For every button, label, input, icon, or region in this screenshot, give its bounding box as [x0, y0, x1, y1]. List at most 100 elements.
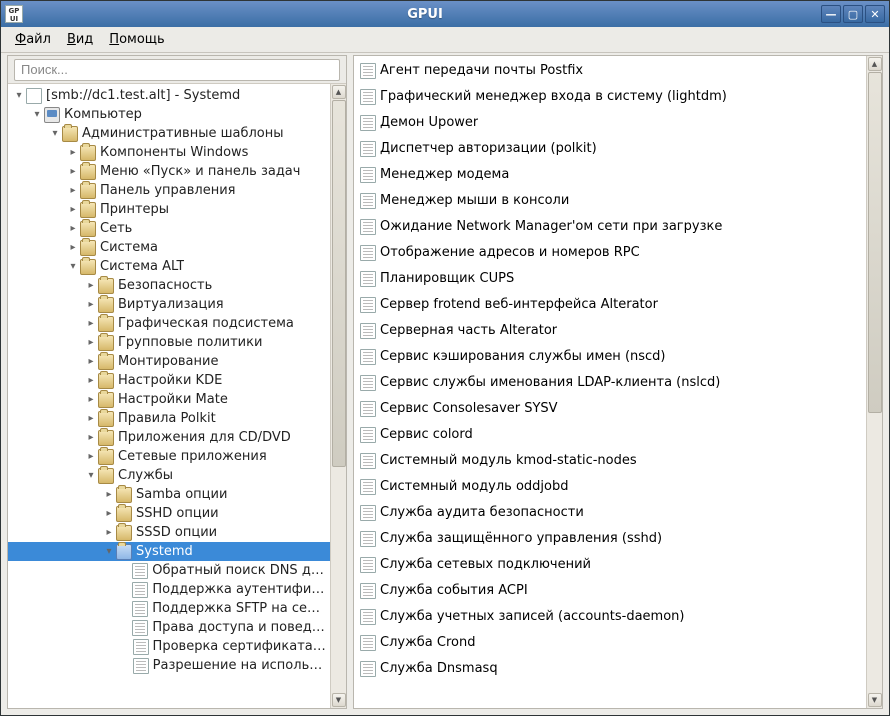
tree-services[interactable]: ▾ Службы	[8, 466, 330, 485]
tree-item[interactable]: ▸Сеть	[8, 219, 330, 238]
list-item[interactable]: Диспетчер авторизации (polkit)	[354, 136, 866, 162]
tree-system-alt[interactable]: ▾ Система ALT	[8, 257, 330, 276]
list-item[interactable]: Сервер frotend веб-интерфейса Alterator	[354, 292, 866, 318]
twisty-icon[interactable]: ▾	[12, 90, 26, 101]
list-item-label: Системный модуль oddjobd	[380, 479, 568, 494]
tree-item[interactable]: ▸Панель управления	[8, 181, 330, 200]
search-input[interactable]	[14, 59, 340, 81]
tree-item[interactable]: ▸Настройки Mate	[8, 390, 330, 409]
list-item[interactable]: Серверная часть Alterator	[354, 318, 866, 344]
twisty-icon[interactable]: ▾	[84, 470, 98, 481]
tree-systemd[interactable]: ▾ Systemd	[8, 542, 330, 561]
list-item[interactable]: Служба учетных записей (accounts-daemon)	[354, 604, 866, 630]
tree-item[interactable]: Поддержка аутентификац...	[8, 580, 330, 599]
tree-item[interactable]: ▸SSSD опции	[8, 523, 330, 542]
twisty-icon[interactable]: ▸	[84, 318, 98, 329]
twisty-icon[interactable]: ▸	[84, 337, 98, 348]
tree-item[interactable]: Разрешение на использов...	[8, 656, 330, 675]
tree-item[interactable]: ▸Сетевые приложения	[8, 447, 330, 466]
twisty-icon[interactable]: ▾	[66, 261, 80, 272]
twisty-icon[interactable]: ▾	[48, 128, 62, 139]
twisty-icon[interactable]: ▸	[66, 166, 80, 177]
folder-icon	[98, 449, 114, 465]
twisty-icon[interactable]: ▸	[84, 451, 98, 462]
list-item[interactable]: Сервис службы именования LDAP-клиента (n…	[354, 370, 866, 396]
scroll-up-button[interactable]: ▲	[868, 57, 882, 71]
folder-icon	[98, 297, 114, 313]
twisty-icon[interactable]: ▸	[84, 299, 98, 310]
tree-computer[interactable]: ▾ Компьютер	[8, 105, 330, 124]
twisty-icon[interactable]: ▸	[66, 147, 80, 158]
tree-item[interactable]: ▸Меню «Пуск» и панель задач	[8, 162, 330, 181]
list-item[interactable]: Агент передачи почты Postfix	[354, 58, 866, 84]
list-item[interactable]: Менеджер мыши в консоли	[354, 188, 866, 214]
list-item[interactable]: Сервис colord	[354, 422, 866, 448]
tree-item[interactable]: ▸Безопасность	[8, 276, 330, 295]
list-scrollbar[interactable]: ▲ ▼	[866, 56, 882, 708]
tree-scrollbar[interactable]: ▲ ▼	[330, 84, 346, 708]
minimize-button[interactable]: —	[821, 5, 841, 23]
tree-item[interactable]: ▸Компоненты Windows	[8, 143, 330, 162]
list-item[interactable]: Служба события ACPI	[354, 578, 866, 604]
tree-item[interactable]: ▸Правила Polkit	[8, 409, 330, 428]
tree-item[interactable]: ▸Виртуализация	[8, 295, 330, 314]
scroll-up-button[interactable]: ▲	[332, 85, 346, 99]
list-item[interactable]: Сервис Consolesaver SYSV	[354, 396, 866, 422]
list-item[interactable]: Ожидание Network Manager'ом сети при заг…	[354, 214, 866, 240]
list-item[interactable]: Служба Dnsmasq	[354, 656, 866, 682]
twisty-icon[interactable]: ▸	[84, 356, 98, 367]
list-item[interactable]: Демон Upower	[354, 110, 866, 136]
list-item[interactable]: Системный модуль oddjobd	[354, 474, 866, 500]
twisty-icon[interactable]: ▸	[84, 413, 98, 424]
list-item[interactable]: Системный модуль kmod-static-nodes	[354, 448, 866, 474]
twisty-icon[interactable]: ▸	[102, 508, 116, 519]
scroll-down-button[interactable]: ▼	[332, 693, 346, 707]
list-item[interactable]: Служба сетевых подключений	[354, 552, 866, 578]
twisty-icon[interactable]: ▸	[84, 394, 98, 405]
list-item[interactable]: Служба Crond	[354, 630, 866, 656]
tree-item[interactable]: ▸Графическая подсистема	[8, 314, 330, 333]
tree-item[interactable]: Обратный поиск DNS для з...	[8, 561, 330, 580]
twisty-icon[interactable]: ▸	[66, 185, 80, 196]
tree-item[interactable]: ▸Система	[8, 238, 330, 257]
list-item[interactable]: Отображение адресов и номеров RPC	[354, 240, 866, 266]
tree-item[interactable]: ▸Настройки KDE	[8, 371, 330, 390]
tree-admin-templates[interactable]: ▾ Административные шаблоны	[8, 124, 330, 143]
close-button[interactable]: ✕	[865, 5, 885, 23]
twisty-icon[interactable]: ▾	[102, 546, 116, 557]
twisty-icon[interactable]: ▸	[102, 527, 116, 538]
list-item[interactable]: Планировщик CUPS	[354, 266, 866, 292]
tree-item[interactable]: ▸Приложения для CD/DVD	[8, 428, 330, 447]
titlebar[interactable]: GP UI GPUI — ▢ ✕	[1, 1, 889, 27]
twisty-icon[interactable]: ▸	[66, 223, 80, 234]
menu-help[interactable]: Помощь	[103, 29, 170, 50]
twisty-icon[interactable]: ▸	[84, 375, 98, 386]
list-item[interactable]: Графический менеджер входа в систему (li…	[354, 84, 866, 110]
twisty-icon[interactable]: ▸	[66, 204, 80, 215]
tree-item[interactable]: ▸Samba опции	[8, 485, 330, 504]
list-item[interactable]: Служба защищённого управления (sshd)	[354, 526, 866, 552]
twisty-icon[interactable]: ▸	[66, 242, 80, 253]
maximize-button[interactable]: ▢	[843, 5, 863, 23]
list-item[interactable]: Менеджер модема	[354, 162, 866, 188]
tree-item-label: Службы	[118, 468, 173, 483]
tree-item[interactable]: Проверка сертификата пр...	[8, 637, 330, 656]
menu-view[interactable]: Вид	[61, 29, 99, 50]
twisty-icon[interactable]: ▸	[102, 489, 116, 500]
tree-root[interactable]: ▾ [smb://dc1.test.alt] - Systemd	[8, 86, 330, 105]
list-item[interactable]: Сервис кэширования службы имен (nscd)	[354, 344, 866, 370]
list-item[interactable]: Служба аудита безопасности	[354, 500, 866, 526]
tree-item[interactable]: ▸Групповые политики	[8, 333, 330, 352]
tree-item[interactable]: ▸Принтеры	[8, 200, 330, 219]
tree-item[interactable]: Поддержка SFTP на сервер...	[8, 599, 330, 618]
twisty-icon[interactable]: ▸	[84, 432, 98, 443]
tree-item[interactable]: ▸Монтирование	[8, 352, 330, 371]
document-icon	[360, 557, 376, 573]
twisty-icon[interactable]: ▸	[84, 280, 98, 291]
tree-item[interactable]: ▸SSHD опции	[8, 504, 330, 523]
scroll-down-button[interactable]: ▼	[868, 693, 882, 707]
twisty-icon[interactable]: ▾	[30, 109, 44, 120]
folder-icon	[62, 126, 78, 142]
menu-file[interactable]: Файл	[9, 29, 57, 50]
tree-item[interactable]: Права доступа и поведени...	[8, 618, 330, 637]
